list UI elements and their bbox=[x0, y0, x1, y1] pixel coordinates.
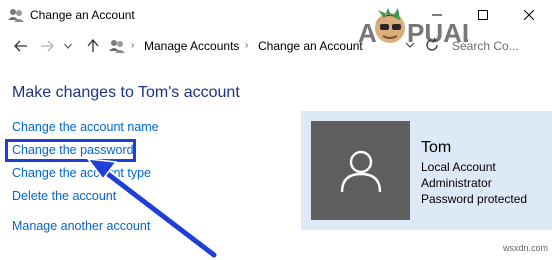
change-account-name-link[interactable]: Change the account name bbox=[12, 120, 159, 134]
address-box[interactable]: › Manage Accounts › Change an Account bbox=[104, 34, 434, 58]
delete-account-link[interactable]: Delete the account bbox=[12, 189, 116, 203]
search-input[interactable]: Search Co... bbox=[444, 34, 550, 58]
navigation-bar: › Manage Accounts › Change an Account Se… bbox=[0, 30, 552, 62]
breadcrumb-separator-icon[interactable]: › bbox=[131, 40, 134, 51]
window-title: Change an Account bbox=[30, 8, 135, 22]
user-accounts-icon bbox=[108, 37, 126, 55]
search-placeholder: Search Co... bbox=[452, 39, 519, 53]
breadcrumb-manage-accounts[interactable]: Manage Accounts bbox=[144, 39, 239, 53]
minimize-button[interactable] bbox=[414, 0, 460, 30]
title-bar: Change an Account bbox=[0, 0, 552, 30]
close-button[interactable] bbox=[506, 0, 552, 30]
password-link-highlight bbox=[5, 139, 136, 162]
user-icon bbox=[340, 150, 381, 192]
chevron-down-icon[interactable] bbox=[404, 38, 416, 50]
page-title: Make changes to Tom's account bbox=[12, 84, 240, 101]
account-password-status: Password protected bbox=[421, 192, 528, 206]
account-type-text: Local Account bbox=[421, 160, 496, 174]
site-credit: wsxdn.com bbox=[503, 243, 549, 253]
account-name: Tom bbox=[421, 139, 452, 156]
recent-locations-button[interactable] bbox=[62, 38, 74, 54]
breadcrumb-separator-icon[interactable]: › bbox=[245, 40, 248, 51]
forward-button[interactable] bbox=[38, 38, 56, 54]
change-account-type-link[interactable]: Change the account type bbox=[12, 166, 151, 180]
breadcrumb-change-account[interactable]: Change an Account bbox=[258, 39, 363, 53]
maximize-button[interactable] bbox=[460, 0, 506, 30]
back-button[interactable] bbox=[12, 38, 30, 54]
refresh-icon[interactable] bbox=[424, 37, 440, 53]
up-button[interactable] bbox=[84, 38, 102, 54]
user-accounts-icon bbox=[7, 6, 25, 24]
avatar bbox=[311, 121, 410, 220]
manage-another-account-link[interactable]: Manage another account bbox=[12, 219, 150, 233]
account-role-text: Administrator bbox=[421, 176, 492, 190]
